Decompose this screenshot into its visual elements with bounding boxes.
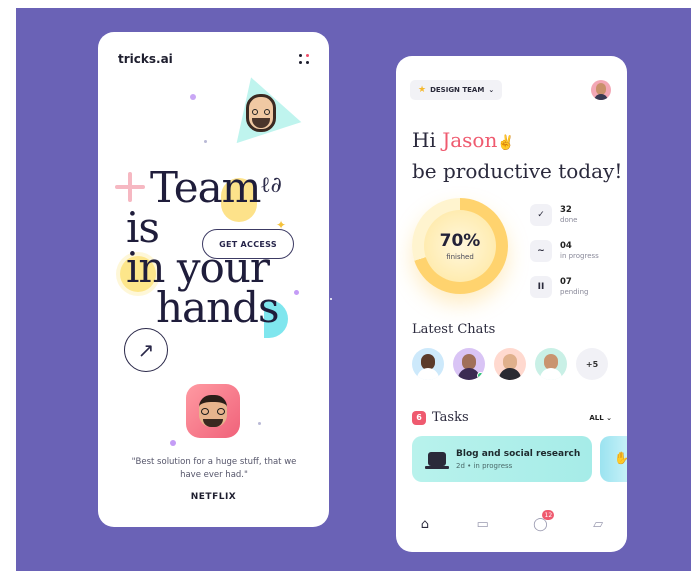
stat-label: done [560, 216, 578, 224]
greeting-hi: Hi [412, 128, 443, 152]
check-icon: ✓ [530, 204, 552, 226]
chevron-down-icon: ⌄ [488, 86, 495, 94]
chat-notification-badge: 12 [542, 510, 555, 520]
decorative-dot [294, 290, 299, 295]
greeting-subtitle: be productive today! [412, 159, 623, 183]
tasks-count-badge: 6 [412, 410, 426, 425]
bottom-navigation: ⌂ ▭ ◯ 12 ▱ [396, 506, 627, 542]
decorative-dot [330, 298, 332, 300]
landing-screen: tricks.ai ℓ∂ ✦ Team is in your hands GET… [98, 32, 329, 527]
calendar-icon: ▭ [476, 516, 489, 532]
testimonial-brand: NETFLIX [190, 492, 237, 502]
task-card[interactable]: Blog and social research 2d • in progres… [412, 436, 592, 482]
stat-pending: II 07 pending [530, 274, 599, 300]
app-logo[interactable]: tricks.ai [118, 52, 173, 66]
decorative-dot [204, 140, 207, 143]
hand-icon: ✋ [614, 451, 627, 465]
stat-label: pending [560, 288, 589, 296]
nav-folder-button[interactable]: ▱ [584, 510, 612, 538]
more-chats-button[interactable]: +5 [576, 348, 608, 380]
memoji-avatar-top [246, 94, 276, 132]
chat-avatar[interactable] [453, 348, 485, 380]
victory-hand-icon: ✌ [497, 135, 515, 151]
tasks-header: 6 Tasks ALL ⌄ [412, 410, 612, 425]
greeting-name: Jason [442, 128, 498, 152]
laptop-icon [425, 452, 449, 469]
nav-chat-button[interactable]: ◯ 12 [526, 510, 555, 538]
stat-in-progress: ∼ 04 in progress [530, 238, 599, 264]
arrow-up-right-icon: ↗ [137, 338, 155, 362]
arrow-up-right-button[interactable]: ↗ [124, 328, 168, 372]
hero-line: Team [150, 163, 261, 212]
chat-avatar[interactable] [494, 348, 526, 380]
hero-line: hands [156, 283, 280, 332]
trend-icon: ∼ [530, 240, 552, 262]
chat-avatar[interactable] [535, 348, 567, 380]
stat-count: 04 [560, 241, 572, 251]
get-access-button[interactable]: GET ACCESS [202, 229, 294, 259]
task-meta: 2d • in progress [456, 461, 513, 470]
stat-label: in progress [560, 252, 599, 260]
task-card-peek[interactable]: ✋ [600, 436, 627, 482]
tasks-filter-dropdown[interactable]: ALL ⌄ [589, 414, 612, 422]
greeting: Hi Jason✌ be productive today! [412, 126, 622, 185]
tasks-title: Tasks [432, 410, 469, 425]
task-title: Blog and social research [456, 448, 581, 459]
folder-icon: ▱ [593, 516, 604, 532]
progress-ring: 70% finished [412, 198, 508, 294]
progress-percent: 70% [439, 231, 481, 251]
star-icon: ★ [418, 85, 427, 95]
testimonial-quote: "Best solution for a huge stuff, that we… [131, 457, 297, 480]
home-icon: ⌂ [420, 516, 429, 532]
nav-home-button[interactable]: ⌂ [411, 510, 439, 538]
dashboard-screen: ★ DESIGN TEAM ⌄ Hi Jason✌ be productive … [396, 56, 627, 552]
latest-chats-title: Latest Chats [412, 322, 496, 337]
progress-label: finished [446, 253, 474, 261]
decorative-dot [190, 94, 196, 100]
stat-count: 32 [560, 205, 572, 215]
team-selector[interactable]: ★ DESIGN TEAM ⌄ [410, 80, 503, 100]
online-status-indicator [477, 372, 484, 379]
decorative-dot [170, 440, 176, 446]
stat-count: 07 [560, 277, 572, 287]
nav-calendar-button[interactable]: ▭ [469, 510, 497, 538]
menu-icon[interactable] [299, 54, 309, 64]
decorative-dot [258, 422, 261, 425]
task-stats: ✓ 32 done ∼ 04 in progress II 07 pending [530, 202, 599, 310]
chat-avatar[interactable] [412, 348, 444, 380]
profile-avatar[interactable] [591, 80, 611, 100]
stat-done: ✓ 32 done [530, 202, 599, 228]
pause-icon: II [530, 276, 552, 298]
team-selector-label: DESIGN TEAM [430, 86, 485, 94]
memoji-avatar-bottom [186, 384, 240, 438]
latest-chats-list: +5 [412, 348, 608, 380]
